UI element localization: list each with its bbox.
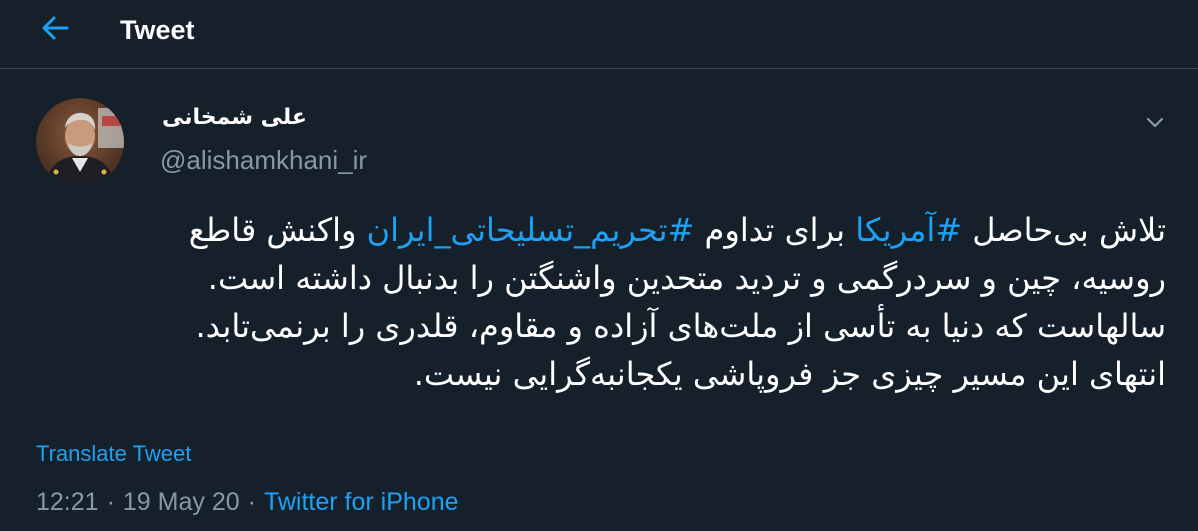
tweet-date[interactable]: 19 May 20 — [123, 488, 240, 516]
tweet-source-link[interactable]: Twitter for iPhone — [264, 488, 459, 516]
tweet-line-4: انتهای این مسیر چیزی جز فروپاشی یکجانبه‌… — [413, 355, 1166, 393]
tweet-time[interactable]: 12:21 — [36, 488, 99, 516]
tweet-text-segment: تلاش بی‌حاصل — [962, 211, 1166, 249]
translate-tweet-link[interactable]: Translate Tweet — [36, 440, 191, 468]
page-title: Tweet — [120, 15, 195, 45]
hashtag-link[interactable]: #تحریم_تسلیحاتی_ایران — [367, 211, 695, 249]
tweet-page: Tweet علی شمخانی @alishamkhani_ir تلاش ب… — [0, 0, 1198, 531]
tweet-text-segment: برای تداوم — [694, 211, 856, 249]
author-display-name[interactable]: علی شمخانی — [162, 102, 307, 134]
tweet-line-3: سالهاست که دنیا به تأسی از ملت‌های آزاده… — [195, 307, 1166, 345]
meta-separator: · — [247, 488, 256, 516]
arrow-left-icon — [41, 15, 69, 45]
tweet-menu-button[interactable] — [1140, 108, 1170, 138]
tweet-text: تلاش بی‌حاصل #آمریکا برای تداوم #تحریم_ت… — [36, 206, 1166, 398]
author-handle[interactable]: @alishamkhani_ir — [160, 142, 367, 178]
back-button[interactable] — [32, 10, 78, 50]
avatar[interactable] — [36, 98, 124, 186]
chevron-down-icon — [1146, 114, 1164, 133]
header-bar: Tweet — [0, 0, 1198, 69]
hashtag-link[interactable]: #آمریکا — [855, 211, 962, 249]
tweet-line-1: تلاش بی‌حاصل #آمریکا برای تداوم #تحریم_ت… — [36, 206, 1166, 254]
tweet-text-segment: واکنش قاطع — [188, 211, 367, 249]
meta-separator: · — [106, 488, 115, 516]
tweet-line-2: روسیه، چین و سردرگمی و تردید متحدین واشن… — [207, 259, 1166, 297]
tweet-meta: 12:21 · 19 May 20 · Twitter for iPhone — [36, 486, 459, 518]
